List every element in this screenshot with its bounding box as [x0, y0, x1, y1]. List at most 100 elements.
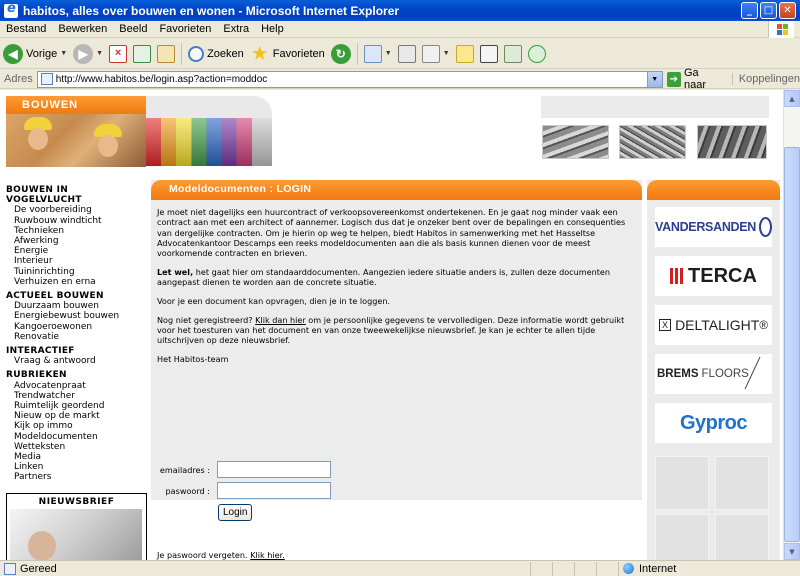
- menu-bar: Bestand Bewerken Beeld Favorieten Extra …: [0, 21, 800, 38]
- edit-button[interactable]: ▼: [421, 44, 450, 63]
- paint-photo: [146, 96, 272, 166]
- nav-link-voorbereiding[interactable]: De voorbereiding: [6, 205, 146, 215]
- vertical-scrollbar[interactable]: ▲ ▼: [783, 90, 800, 560]
- header-right-bar: [541, 96, 769, 118]
- go-button[interactable]: ➔ Ga naar: [666, 67, 722, 91]
- registered-mark: ®: [759, 318, 768, 332]
- refresh-button[interactable]: [133, 44, 152, 63]
- history-button[interactable]: ↻: [330, 43, 351, 64]
- close-button[interactable]: ✕: [779, 2, 796, 19]
- scroll-down-icon[interactable]: ▼: [784, 543, 800, 560]
- nav-link-duurzaam[interactable]: Duurzaam bouwen: [6, 301, 146, 311]
- chevron-down-icon[interactable]: ▼: [443, 50, 450, 57]
- main-panel-header: Modeldocumenten : LOGIN: [151, 180, 642, 200]
- nav-link-kangoeroewonen[interactable]: Kangoeroewonen: [6, 322, 146, 332]
- window-title: habitos, alles over bouwen en wonen - Mi…: [23, 3, 400, 18]
- maximize-button[interactable]: □: [760, 2, 777, 19]
- messenger-button[interactable]: [503, 44, 522, 63]
- menu-favorieten[interactable]: Favorieten: [153, 23, 217, 35]
- nav-link-wetteksten[interactable]: Wetteksten: [6, 442, 146, 452]
- nav-link-energiebewust[interactable]: Energiebewust bouwen: [6, 311, 146, 321]
- nav-link-technieken[interactable]: Technieken: [6, 226, 146, 236]
- nav-link-interieur[interactable]: Interieur: [6, 256, 146, 266]
- research-button[interactable]: [479, 44, 498, 63]
- url-text[interactable]: http://www.habitos.be/login.asp?action=m…: [56, 74, 647, 85]
- signature: Het Habitos-team: [157, 354, 229, 365]
- menu-help[interactable]: Help: [255, 23, 290, 35]
- chevron-down-icon[interactable]: ▼: [60, 50, 67, 57]
- worker-face: [98, 135, 118, 157]
- mail-button[interactable]: ▼: [363, 44, 392, 63]
- forgot-text: Je paswoord vergeten.: [157, 550, 251, 560]
- partner-terca-logo[interactable]: TERCA: [655, 256, 772, 296]
- stop-button[interactable]: ×: [109, 44, 128, 63]
- nav-link-energie[interactable]: Energie: [6, 246, 146, 256]
- nav-link-ruwbouw[interactable]: Ruwbouw windticht: [6, 216, 146, 226]
- nav-link-media[interactable]: Media: [6, 452, 146, 462]
- menu-beeld[interactable]: Beeld: [113, 23, 153, 35]
- chevron-down-icon[interactable]: ▼: [96, 50, 103, 57]
- globe-icon: [623, 563, 634, 574]
- email-field[interactable]: [217, 461, 331, 478]
- menu-bewerken[interactable]: Bewerken: [52, 23, 113, 35]
- page-icon: [4, 562, 16, 575]
- favorites-button[interactable]: ★ Favorieten: [250, 44, 325, 64]
- links-button[interactable]: Koppelingen: [731, 73, 800, 85]
- home-button[interactable]: [157, 44, 176, 63]
- minimize-button[interactable]: _: [741, 2, 758, 19]
- back-button[interactable]: ◀ Vorige ▼: [3, 43, 67, 64]
- search-label: Zoeken: [207, 47, 244, 60]
- register-link[interactable]: Klik dan hier: [255, 315, 306, 325]
- disclaimer-paragraph: Let wel, het gaat hier om standaarddocum…: [157, 267, 639, 288]
- nav-link-afwerking[interactable]: Afwerking: [6, 236, 146, 246]
- nav-link-partners[interactable]: Partners: [6, 472, 146, 482]
- forward-button[interactable]: ▶ ▼: [73, 43, 103, 64]
- nav-link-verhuizen[interactable]: Verhuizen en erna: [6, 277, 146, 287]
- partner-vandersanden-logo[interactable]: VANDERSANDEN: [655, 207, 772, 247]
- scrollbar-thumb[interactable]: [784, 147, 800, 542]
- page-icon: [40, 73, 53, 85]
- section-tab-bouwen[interactable]: BOUWEN: [6, 96, 146, 114]
- chevron-down-icon[interactable]: ▼: [646, 71, 662, 87]
- nav-link-vraag-antwoord[interactable]: Vraag & antwoord: [6, 356, 146, 366]
- security-zone: Internet: [618, 561, 800, 576]
- popup-blocked-icon[interactable]: [574, 561, 596, 576]
- zone-label: Internet: [639, 562, 677, 575]
- password-field[interactable]: [217, 482, 331, 499]
- login-button[interactable]: Login: [218, 504, 253, 521]
- nav-link-immo[interactable]: Kijk op immo: [6, 421, 146, 431]
- address-input[interactable]: http://www.habitos.be/login.asp?action=m…: [36, 70, 663, 88]
- discuss-button[interactable]: [455, 44, 474, 63]
- menu-bestand[interactable]: Bestand: [0, 23, 52, 35]
- partner-brems-logo[interactable]: BREMS FLOORS: [655, 354, 774, 394]
- search-button[interactable]: Zoeken: [188, 45, 244, 62]
- partner-deltalight-logo[interactable]: X DELTALIGHT ®: [655, 305, 772, 345]
- status-cell: [596, 561, 618, 576]
- nav-link-trendwatcher[interactable]: Trendwatcher: [6, 391, 146, 401]
- chevron-down-icon[interactable]: ▼: [385, 50, 392, 57]
- partner-gyproc-logo[interactable]: Gyproc: [655, 403, 772, 443]
- home-icon: [157, 44, 176, 63]
- nav-link-nieuw[interactable]: Nieuw op de markt: [6, 411, 146, 421]
- nav-link-renovatie[interactable]: Renovatie: [6, 332, 146, 342]
- nav-link-tuininrichting[interactable]: Tuininrichting: [6, 267, 146, 277]
- partner-slot-empty: [715, 514, 769, 560]
- nav-section-title: RUBRIEKEN: [6, 370, 67, 381]
- menu-extra[interactable]: Extra: [217, 23, 255, 35]
- tiles-thumbnail: [542, 125, 609, 159]
- nav-link-advocatenpraat[interactable]: Advocatenpraat: [6, 381, 146, 391]
- star-icon: ★: [252, 43, 268, 63]
- toolbar: ◀ Vorige ▼ ▶ ▼ × Zoeken ★ Favorieten ↻ ▼…: [0, 39, 800, 69]
- forgot-link[interactable]: Klik hier.: [250, 550, 285, 560]
- nav-link-linken[interactable]: Linken: [6, 462, 146, 472]
- buddies-button[interactable]: [527, 44, 546, 63]
- nav-link-modeldocumenten[interactable]: Modeldocumenten: [6, 432, 146, 442]
- newsletter-box[interactable]: NIEUWSBRIEF: [6, 493, 147, 560]
- email-row: emailadres :: [157, 461, 331, 478]
- nav-section-title: INTERACTIEF: [6, 346, 75, 357]
- nav-link-ruimtelijk[interactable]: Ruimtelijk geordend: [6, 401, 146, 411]
- print-button[interactable]: [397, 44, 416, 63]
- address-label: Adres: [4, 73, 33, 85]
- go-label: Ga naar: [684, 67, 707, 91]
- scroll-up-icon[interactable]: ▲: [784, 90, 800, 107]
